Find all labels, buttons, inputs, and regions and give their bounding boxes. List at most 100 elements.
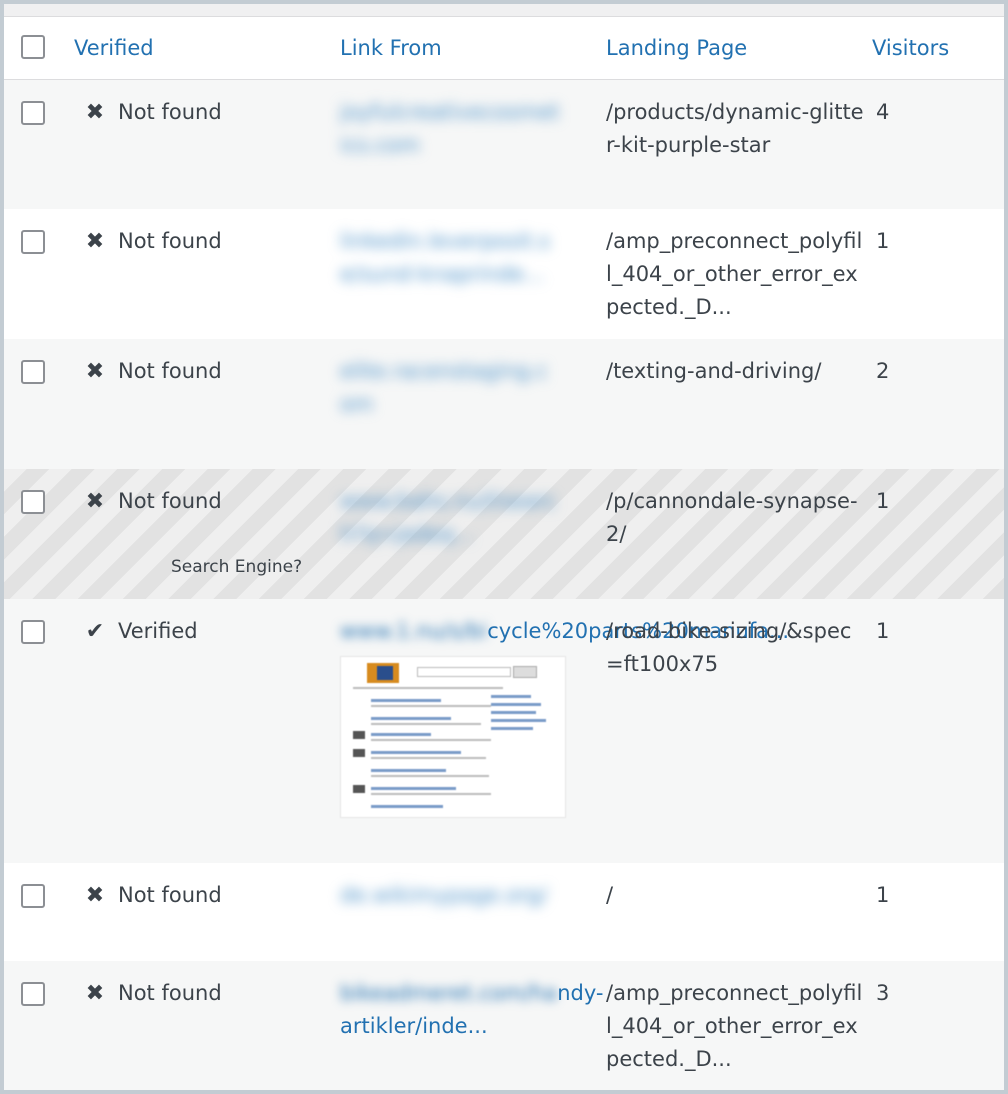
thumbnail-tile (353, 731, 365, 739)
visitors-cell: 1 (876, 883, 890, 907)
verified-cell: ✔ Verified (74, 599, 340, 863)
select-all-checkbox[interactable] (21, 35, 45, 60)
landing-page-cell: /road-bike-sizing/&spec=ft100x75 (606, 619, 852, 676)
link-from-blurred[interactable]: www.bahs.nu/l/search?q=jadeq... (340, 485, 560, 551)
landing-page-cell: /texting-and-driving/ (606, 359, 822, 383)
status-label: Verified (118, 619, 198, 643)
x-icon: ✖ (85, 981, 105, 1006)
table-row-search-engine: ✖ Not found Search Engine? www.bahs.nu/l/… (4, 469, 1004, 599)
thumbnail-sidebar-line (491, 711, 536, 714)
column-header-link-from[interactable]: Link From (340, 17, 606, 79)
visitors-cell: 3 (876, 981, 890, 1005)
row-checkbox[interactable] (21, 100, 45, 125)
row-checkbox-cell (4, 79, 74, 209)
row-checkbox[interactable] (21, 360, 45, 384)
row-checkbox[interactable] (21, 982, 45, 1006)
status-label: Not found (118, 883, 222, 907)
verified-cell: ✖ Not found Search Engine? (74, 469, 340, 599)
thumbnail-line (371, 757, 486, 759)
row-checkbox-cell (4, 469, 74, 599)
landing-page-cell: / (606, 883, 614, 907)
status-label: Not found (118, 229, 222, 253)
status-label: Not found (118, 99, 222, 124)
thumbnail-sidebar-line (491, 727, 533, 730)
status-label: Not found (118, 489, 222, 513)
verified-cell: ✖ Not found (74, 79, 340, 209)
thumbnail-line (371, 751, 461, 754)
table-row: ✖ Not found bikeadmeret.com/handy-artikle… (4, 961, 1004, 1090)
link-from-blurred[interactable]: de.wikimypage.org/ (340, 879, 560, 912)
thumbnail-tile (353, 785, 365, 793)
status-label: Not found (118, 981, 222, 1005)
thumbnail-line (371, 769, 446, 772)
link-from-cell: linkedin.leverposit.se/sund-knaprinde... (340, 209, 606, 339)
visitors-cell: 1 (876, 489, 890, 513)
table-row: ✖ Not found elite.racenstaging.com /texti… (4, 339, 1004, 469)
thumbnail-line (371, 805, 443, 808)
x-icon: ✖ (85, 99, 105, 125)
check-icon: ✔ (85, 619, 105, 644)
verified-cell: ✖ Not found (74, 961, 340, 1090)
row-checkbox-cell (4, 863, 74, 961)
table-header-row: Verified Link From Landing Page Visitors (4, 17, 1004, 79)
search-engine-hint: Search Engine? (171, 557, 303, 577)
thumbnail-line (371, 705, 491, 707)
column-header-verified[interactable]: Verified (74, 17, 340, 79)
x-icon: ✖ (85, 489, 105, 514)
landing-page-cell: /amp_preconnect_polyfill_404_or_other_er… (606, 229, 863, 319)
verified-cell: ✖ Not found (74, 863, 340, 961)
row-checkbox-cell (4, 961, 74, 1090)
visitors-cell: 1 (876, 619, 890, 643)
link-from-cell: joyfulcreativecosmetics.com (340, 79, 606, 209)
visitors-cell: 2 (876, 359, 890, 383)
table-row: ✖ Not found linkedin.leverposit.se/sund-k… (4, 209, 1004, 339)
thumbnail-searchbar (417, 667, 511, 677)
header-select-all-cell (4, 17, 74, 79)
row-checkbox-cell (4, 599, 74, 863)
row-checkbox-cell (4, 209, 74, 339)
visitors-cell: 1 (876, 229, 890, 253)
thumbnail-logo-mark (377, 666, 393, 680)
page-screenshot-thumbnail[interactable] (340, 656, 566, 818)
link-from-blurred[interactable]: joyfulcreativecosmetics.com (340, 96, 560, 162)
table-row: ✔ Verified www.1.nu/s/bicycle%20parts%20m… (4, 599, 1004, 863)
column-header-visitors[interactable]: Visitors (872, 17, 1004, 79)
status-label: Not found (118, 359, 222, 383)
link-from-blurred: www.1.nu/s/bi (340, 619, 488, 643)
visitors-cell: 4 (876, 99, 890, 124)
top-strip (4, 4, 1004, 17)
thumbnail-sidebar-line (491, 719, 546, 722)
thumbnail-line (371, 699, 441, 702)
thumbnail-line (371, 723, 481, 725)
thumbnail-tile (353, 749, 365, 757)
link-from-cell: elite.racenstaging.com (340, 339, 606, 469)
links-table: Verified Link From Landing Page Visitors… (4, 17, 1004, 1090)
table-frame: Verified Link From Landing Page Visitors… (4, 4, 1004, 1090)
thumbnail-line (371, 787, 456, 790)
thumbnail-line (371, 717, 451, 720)
row-checkbox[interactable] (21, 884, 45, 908)
column-header-landing-page[interactable]: Landing Page (606, 17, 872, 79)
thumbnail-line (353, 687, 503, 689)
link-from-link[interactable]: bikeadmeret.com/handy-artikler/inde... (340, 977, 603, 1043)
link-from-link[interactable]: www.1.nu/s/bicycle%20parts%20manufa... (340, 615, 789, 648)
landing-page-cell: /products/dynamic-glitter-kit-purple-sta… (606, 99, 864, 157)
link-from-cell: www.bahs.nu/l/search?q=jadeq... (340, 469, 606, 599)
landing-page-cell: /amp_preconnect_polyfill_404_or_other_er… (606, 981, 863, 1071)
row-checkbox[interactable] (21, 490, 45, 514)
link-from-blurred[interactable]: linkedin.leverposit.se/sund-knaprinde... (340, 225, 560, 291)
thumbnail-line (371, 775, 489, 777)
row-checkbox[interactable] (21, 620, 45, 644)
link-from-blurred[interactable]: elite.racenstaging.com (340, 355, 560, 421)
landing-page-cell: /p/cannondale-synapse-2/ (606, 489, 858, 546)
link-from-blurred: bikeadmeret.com/ha (340, 981, 558, 1005)
link-from-cell: de.wikimypage.org/ (340, 863, 606, 961)
link-from-cell: www.1.nu/s/bicycle%20parts%20manufa... (340, 599, 789, 863)
verified-cell: ✖ Not found (74, 209, 340, 339)
thumbnail-line (371, 739, 491, 741)
row-checkbox[interactable] (21, 230, 45, 254)
thumbnail-button (513, 666, 537, 678)
link-from-cell: bikeadmeret.com/handy-artikler/inde... (340, 961, 606, 1090)
table-row: ✖ Not found de.wikimypage.org/ / 1 (4, 863, 1004, 961)
x-icon: ✖ (85, 229, 105, 254)
